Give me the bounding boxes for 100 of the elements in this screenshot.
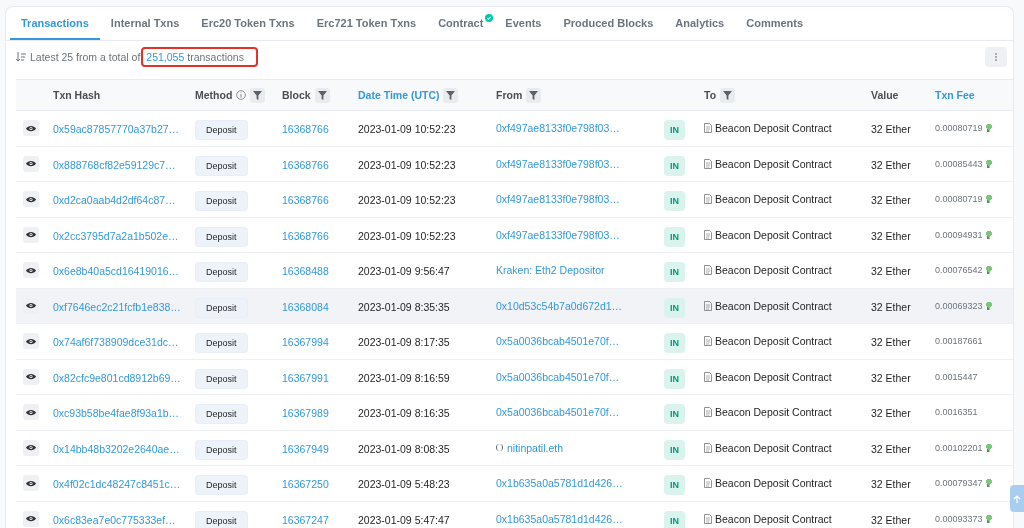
block-link[interactable]: 16368766 — [282, 158, 329, 171]
txn-fee: 0.00094931 — [935, 229, 992, 240]
date-time: 2023-01-09 10:52:23 — [358, 123, 456, 136]
block-link[interactable]: 16367949 — [282, 442, 329, 455]
check-icon — [485, 14, 494, 22]
eye-button[interactable] — [23, 262, 39, 279]
block-link[interactable]: 16368084 — [282, 300, 329, 313]
block-link[interactable]: 16367994 — [282, 336, 329, 349]
tab[interactable]: Events — [494, 7, 553, 40]
tab[interactable]: Transactions — [10, 7, 100, 40]
eye-button[interactable] — [23, 155, 39, 172]
column-header: Value — [871, 89, 899, 101]
to-address: Beacon Deposit Contract — [715, 299, 832, 312]
eye-button[interactable] — [23, 475, 39, 492]
block-link[interactable]: 16367250 — [282, 478, 329, 491]
transaction-count-link[interactable]: 251,055 — [146, 50, 185, 63]
from-address-link[interactable]: 0xf497ae8133f0e798f03… — [496, 193, 620, 206]
eye-button[interactable] — [23, 191, 39, 208]
from-address-link[interactable]: 0x5a0036bcab4501e70f… — [496, 370, 620, 383]
eye-button[interactable] — [23, 333, 39, 350]
date-time: 2023-01-09 8:08:35 — [358, 442, 450, 455]
column-header: Txn Fee — [935, 89, 975, 101]
from-address-link[interactable]: 0xf497ae8133f0e798f03… — [496, 122, 620, 135]
value-text: 32 Ether — [871, 158, 911, 171]
direction-badge: IN — [664, 439, 685, 460]
column-header: Date Time (UTC) — [358, 89, 440, 101]
from-address-link[interactable]: Kraken: Eth2 Depositor — [496, 264, 605, 277]
from-address-link[interactable]: 0xf497ae8133f0e798f03… — [496, 228, 620, 241]
txn-hash-link[interactable]: 0x14bb48b3202e2640ae… — [53, 442, 180, 455]
from-address-link[interactable]: 0x1b635a0a5781d1d426… — [496, 477, 623, 490]
block-link[interactable]: 16368766 — [282, 194, 329, 207]
filter-button[interactable] — [314, 87, 330, 103]
to-address: Beacon Deposit Contract — [715, 441, 832, 454]
txn-hash-link[interactable]: 0x6c83ea7e0c775333ef… — [53, 513, 176, 526]
txn-hash-link[interactable]: 0x59ac87857770a37b27… — [53, 123, 180, 136]
document-icon — [704, 265, 712, 276]
document-icon — [704, 158, 712, 169]
tab[interactable]: Analytics — [664, 7, 736, 40]
method-tag: Deposit — [195, 404, 248, 425]
block-link[interactable]: 16367247 — [282, 513, 329, 526]
tab[interactable]: Internal Txns — [99, 7, 191, 40]
info-icon — [236, 90, 247, 100]
txn-hash-link[interactable]: 0x2cc3795d7a2a1b502e… — [53, 229, 179, 242]
txn-hash-link[interactable]: 0x6e8b40a5cd16419016… — [53, 265, 180, 278]
value-text: 32 Ether — [871, 442, 911, 455]
eye-button[interactable] — [23, 120, 39, 137]
tab[interactable]: Comments — [735, 7, 815, 40]
txn-hash-link[interactable]: 0x74af6f738909dce31dc… — [53, 336, 179, 349]
txn-hash-link[interactable]: 0xf7646ec2c21fcfb1e838… — [53, 300, 181, 313]
to-address: Beacon Deposit Contract — [715, 157, 832, 170]
direction-badge: IN — [664, 510, 685, 528]
value-text: 32 Ether — [871, 513, 911, 526]
eye-icon — [26, 266, 36, 274]
eye-icon — [26, 444, 36, 452]
document-icon — [704, 371, 712, 382]
eye-button[interactable] — [23, 439, 39, 456]
filter-button[interactable] — [443, 87, 459, 103]
eye-button[interactable] — [23, 510, 39, 527]
direction-badge: IN — [664, 333, 685, 354]
txn-hash-link[interactable]: 0xc93b58be4fae8f93a1b… — [53, 407, 180, 420]
txn-hash-link[interactable]: 0xd2ca0aab4d2df64c87… — [53, 194, 176, 207]
filter-icon — [723, 90, 733, 100]
txn-hash-link[interactable]: 0x4f02c1dc48247c8451c… — [53, 478, 181, 491]
filter-button[interactable] — [720, 87, 736, 103]
tab[interactable]: Produced Blocks — [552, 7, 665, 40]
tab[interactable]: Erc721 Token Txns — [305, 7, 428, 40]
txn-fee: 0.00069323 — [935, 300, 992, 311]
from-address-link[interactable]: 0x1b635a0a5781d1d426… — [496, 512, 623, 525]
txn-fee: 0.0016351 — [935, 407, 978, 418]
eye-icon — [26, 337, 36, 345]
eye-button[interactable] — [23, 368, 39, 385]
txn-fee: 0.00085443 — [935, 158, 992, 169]
document-icon — [704, 478, 712, 489]
txn-hash-link[interactable]: 0x888768cf82e59129c7… — [53, 158, 176, 171]
summary-text: transactions — [187, 50, 244, 63]
filter-button[interactable] — [250, 87, 266, 103]
block-link[interactable]: 16368766 — [282, 229, 329, 242]
from-address-link[interactable]: 0x10d53c54b7a0d672d1… — [496, 299, 623, 312]
to-address: Beacon Deposit Contract — [715, 477, 832, 490]
txn-fee: 0.0015447 — [935, 371, 978, 382]
from-address-link[interactable]: 0xf497ae8133f0e798f03… — [496, 157, 620, 170]
from-address-link[interactable]: 0x5a0036bcab4501e70f… — [496, 406, 620, 419]
block-link[interactable]: 16367991 — [282, 371, 329, 384]
from-address-link[interactable]: nitinpatil.eth — [496, 441, 564, 454]
block-link[interactable]: 16367989 — [282, 407, 329, 420]
from-address-link[interactable]: 0x5a0036bcab4501e70f… — [496, 335, 620, 348]
to-address: Beacon Deposit Contract — [715, 228, 832, 241]
to-address: Beacon Deposit Contract — [715, 264, 832, 277]
txn-hash-link[interactable]: 0x82cfc9e801cd8912b69… — [53, 371, 181, 384]
eye-button[interactable] — [23, 404, 39, 421]
tab[interactable]: Contract — [427, 7, 495, 40]
tab[interactable]: Erc20 Token Txns — [190, 7, 306, 40]
to-address: Beacon Deposit Contract — [715, 512, 832, 525]
date-time: 2023-01-09 8:16:59 — [358, 371, 450, 384]
block-link[interactable]: 16368488 — [282, 265, 329, 278]
document-icon — [704, 442, 712, 453]
value-text: 32 Ether — [871, 300, 911, 313]
filter-button[interactable] — [526, 87, 542, 103]
eye-button[interactable] — [23, 226, 39, 243]
block-link[interactable]: 16368766 — [282, 123, 329, 136]
